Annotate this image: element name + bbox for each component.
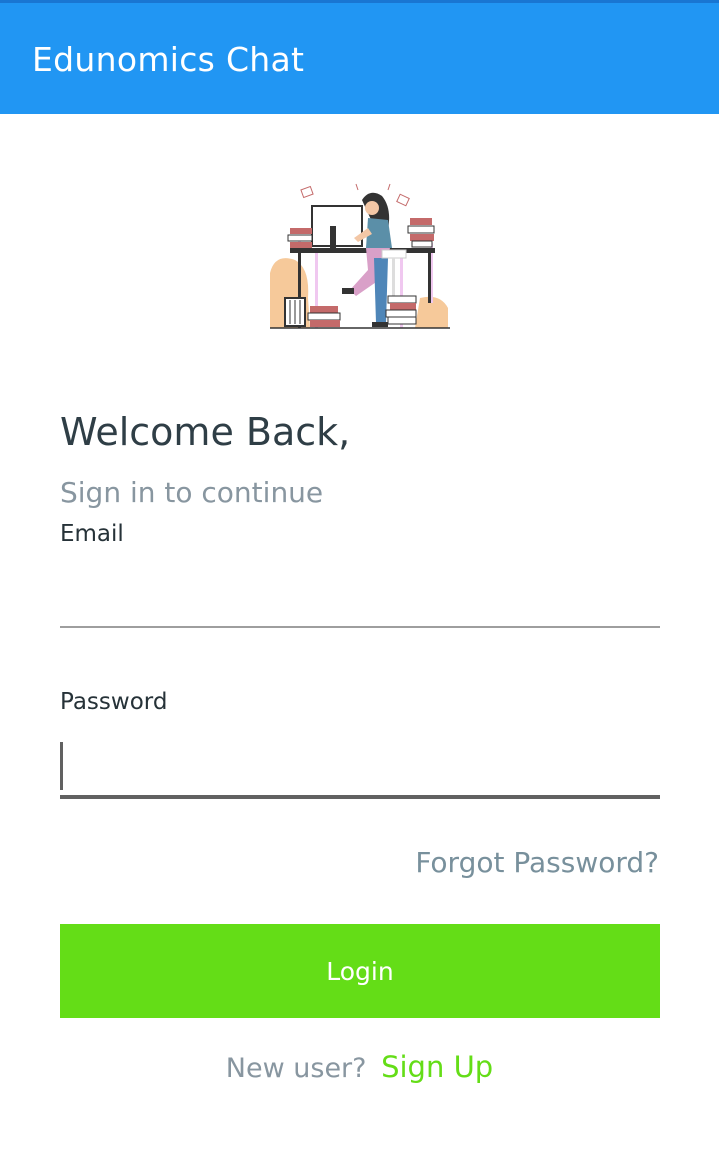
password-label: Password (60, 689, 168, 715)
signup-prompt: New user? (225, 1053, 367, 1084)
hero-illustration (270, 178, 450, 333)
signup-row: New user? Sign Up (0, 1050, 719, 1084)
email-label: Email (60, 521, 124, 547)
signup-link[interactable]: Sign Up (381, 1050, 493, 1084)
welcome-heading: Welcome Back, (60, 410, 351, 454)
desk-illustration-icon (270, 183, 450, 329)
signin-subtitle: Sign in to continue (60, 476, 324, 509)
password-field[interactable] (60, 735, 660, 799)
forgot-password-link[interactable]: Forgot Password? (415, 846, 659, 879)
app-title: Edunomics Chat (32, 40, 305, 79)
login-button[interactable]: Login (60, 924, 660, 1018)
email-field[interactable] (60, 570, 660, 628)
app-bar: Edunomics Chat (0, 0, 719, 114)
text-cursor (60, 742, 63, 790)
